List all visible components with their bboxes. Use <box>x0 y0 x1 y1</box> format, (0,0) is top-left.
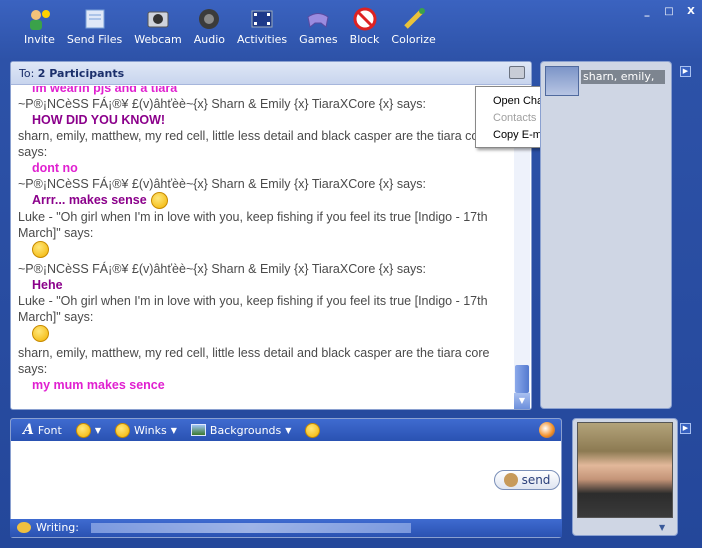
participants-count: 2 Participants <box>37 67 125 80</box>
scroll-down-arrow[interactable]: ▼ <box>514 393 530 409</box>
block-button[interactable]: Block <box>344 4 386 46</box>
message-text-content: dont no <box>32 161 78 175</box>
message-sender-line: ~P®¡NCèSS FÁ¡®¥ £(v)âhťèè~{x} Sharn & Em… <box>18 177 427 191</box>
message-sender-line: ~P®¡NCèSS FÁ¡®¥ £(v)âhťèè~{x} Sharn & Em… <box>18 262 427 277</box>
emoticon-message <box>18 325 516 345</box>
games-button[interactable]: Games <box>293 4 343 46</box>
invite-icon <box>25 7 53 31</box>
message-sender-line: Luke - "Oh girl when I'm in love with yo… <box>18 210 488 241</box>
writing-names-redacted <box>90 523 411 533</box>
my-display-picture[interactable] <box>577 422 673 518</box>
message-text-content: my mum makes sence <box>32 378 165 393</box>
contact-display-picture[interactable] <box>545 66 579 96</box>
winks-button[interactable]: Winks ▼ <box>114 422 177 438</box>
font-icon: A <box>23 422 34 438</box>
contact-name[interactable]: sharn, emily, <box>581 70 665 84</box>
font-button[interactable]: A Font <box>23 422 62 438</box>
activities-button[interactable]: Activities <box>231 4 293 46</box>
message-sender-line: Luke - "Oh girl when I'm in love with yo… <box>18 294 488 325</box>
toolbar: Invite Send Files Webcam Audio Activitie… <box>18 4 442 48</box>
send-files-button[interactable]: Send Files <box>61 4 128 46</box>
send-people-icon <box>503 473 518 487</box>
emoticon-icon <box>32 241 49 259</box>
chevron-down-icon[interactable]: ▼ <box>659 523 665 532</box>
emoticon-icon <box>150 192 168 210</box>
message-sender-line: ~P®¡NCèSS FÁ¡®¥ £(v)âhťèè~{x} Sharn & Em… <box>18 97 427 111</box>
send-button[interactable]: send <box>494 470 560 490</box>
message-text: dont no <box>18 160 516 176</box>
emoticon-icon <box>32 325 49 343</box>
backgrounds-icon <box>190 424 206 436</box>
minimize-button[interactable]: _ <box>642 6 652 17</box>
chat-window: _ □ X Invite Send Files Webcam Audio Act… <box>0 0 702 548</box>
message-text: im wearin pjs and a tiara <box>18 86 516 96</box>
chevron-down-icon: ▼ <box>94 425 101 435</box>
scroll-thumb[interactable] <box>515 365 529 393</box>
message-text-content: Arrr... makes sense <box>32 193 147 207</box>
chevron-down-icon: ▼ <box>285 425 292 435</box>
webcam-button[interactable]: Webcam <box>128 4 188 46</box>
to-label: To: <box>19 67 35 80</box>
expand-my-picture-icon[interactable]: ▶ <box>680 423 691 434</box>
message-text-content: im wearin pjs and a tiara <box>32 86 178 95</box>
message-text-content: Hehe <box>32 278 63 293</box>
games-icon <box>304 7 332 31</box>
expand-participant-icon[interactable]: ▶ <box>680 66 691 77</box>
message-sender-line: sharn, emily, matthew, my red cell, litt… <box>18 129 490 159</box>
invite-button[interactable]: Invite <box>18 4 61 46</box>
pencil-icon <box>17 522 31 533</box>
block-icon <box>351 7 379 31</box>
webcam-icon <box>144 7 172 31</box>
message-text: HOW DID YOU KNOW! <box>18 112 516 128</box>
maximize-button[interactable]: □ <box>664 6 674 17</box>
participant-panel: sharn, emily, <box>540 61 672 409</box>
emoticon-message <box>18 241 516 261</box>
participants-header: To: 2 Participants <box>11 62 531 85</box>
audio-button[interactable]: Audio <box>188 4 231 46</box>
activities-icon <box>248 7 276 31</box>
send-files-icon <box>81 7 109 31</box>
window-controls: _ □ X <box>642 6 696 17</box>
chevron-down-icon: ▼ <box>170 425 177 435</box>
globe-icon[interactable] <box>539 422 555 438</box>
colorize-icon <box>400 7 428 31</box>
close-button[interactable]: X <box>686 6 696 17</box>
conversation-pane: To: 2 Participants im wearin pjs and a t… <box>10 61 532 410</box>
my-display-picture-panel: ▼ <box>572 418 678 536</box>
nudge-icon <box>305 422 321 438</box>
nudge-button[interactable] <box>305 422 321 438</box>
colorize-button[interactable]: Colorize <box>385 4 441 46</box>
message-text-content: HOW DID YOU KNOW! <box>32 113 166 127</box>
audio-icon <box>195 7 223 31</box>
writing-status-bar: Writing: <box>10 519 562 537</box>
message-sender-line: sharn, emily, matthew, my red cell, litt… <box>18 346 490 377</box>
message-text: Hehe <box>18 277 516 293</box>
chat-options-icon[interactable] <box>509 66 525 79</box>
format-toolbar: A Font ▼ Winks ▼ Backgrounds ▼ <box>11 419 561 441</box>
backgrounds-button[interactable]: Backgrounds ▼ <box>190 424 292 437</box>
conversation-log: im wearin pjs and a tiara ~P®¡NCèSS FÁ¡®¥… <box>11 86 516 409</box>
emoticon-button[interactable]: ▼ <box>75 422 101 438</box>
smiley-icon <box>75 422 91 438</box>
winks-icon <box>114 422 130 438</box>
message-text: Arrr... makes sense <box>18 192 516 210</box>
message-text: my mum makes sence <box>18 377 516 393</box>
